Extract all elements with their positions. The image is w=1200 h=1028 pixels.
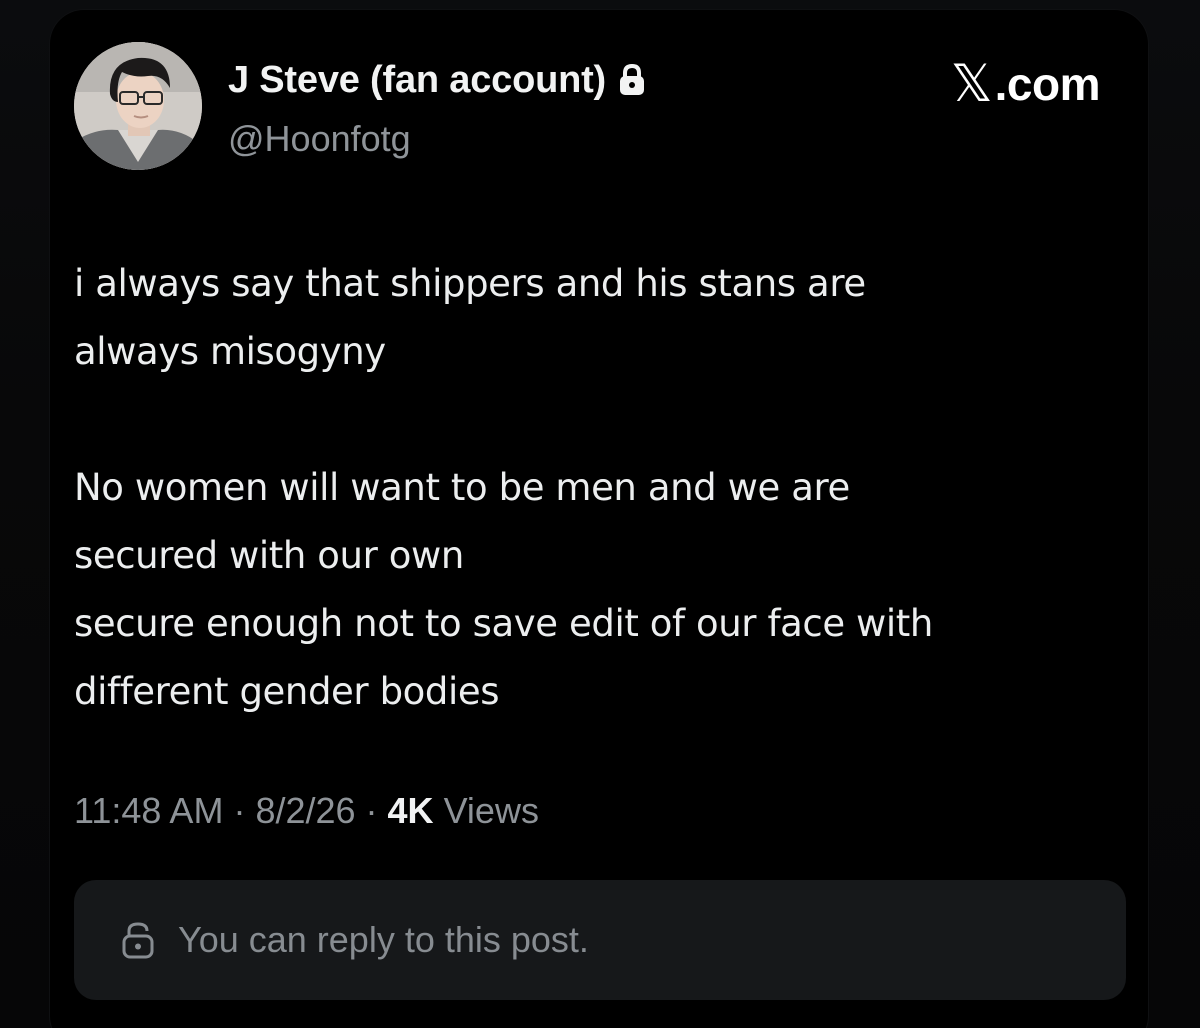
post-line: secured with our own [74,534,464,577]
meta-separator: · [365,790,378,831]
post-meta: 11:48 AM · 8/2/26 · 4K Views [74,790,539,832]
post-line: No women will want to be men and we are [74,466,850,509]
views-count: 4K [387,790,434,831]
display-name[interactable]: J Steve (fan account) [228,59,606,102]
views-label: Views [443,790,539,831]
avatar-image [74,42,202,170]
lock-icon [618,63,646,97]
user-handle[interactable]: @Hoonfotg [228,118,411,160]
screen-background: J Steve (fan account) @Hoonfotg 𝕏 .com i… [0,0,1200,1028]
reply-prompt: You can reply to this post. [178,919,589,960]
meta-separator: · [233,790,246,831]
x-logo-icon: 𝕏 [950,54,993,114]
brand-domain: .com [994,58,1101,110]
post-time[interactable]: 11:48 AM [74,790,223,832]
post-line: secure enough not to save edit of our fa… [74,602,933,645]
user-name-row: J Steve (fan account) [228,58,646,102]
post-line: always misogyny [74,330,386,373]
post-date[interactable]: 8/2/26 [255,790,355,832]
reply-box[interactable]: You can reply to this post. [74,880,1126,1000]
unlock-icon [120,920,156,960]
post-text: i always say that shippers and his stans… [74,250,1134,726]
post-line: i always say that shippers and his stans… [74,262,866,305]
post-card: J Steve (fan account) @Hoonfotg 𝕏 .com i… [50,10,1148,1028]
post-line: different gender bodies [74,670,500,713]
brand-logo: 𝕏 .com [950,54,1101,114]
avatar[interactable] [74,42,202,170]
